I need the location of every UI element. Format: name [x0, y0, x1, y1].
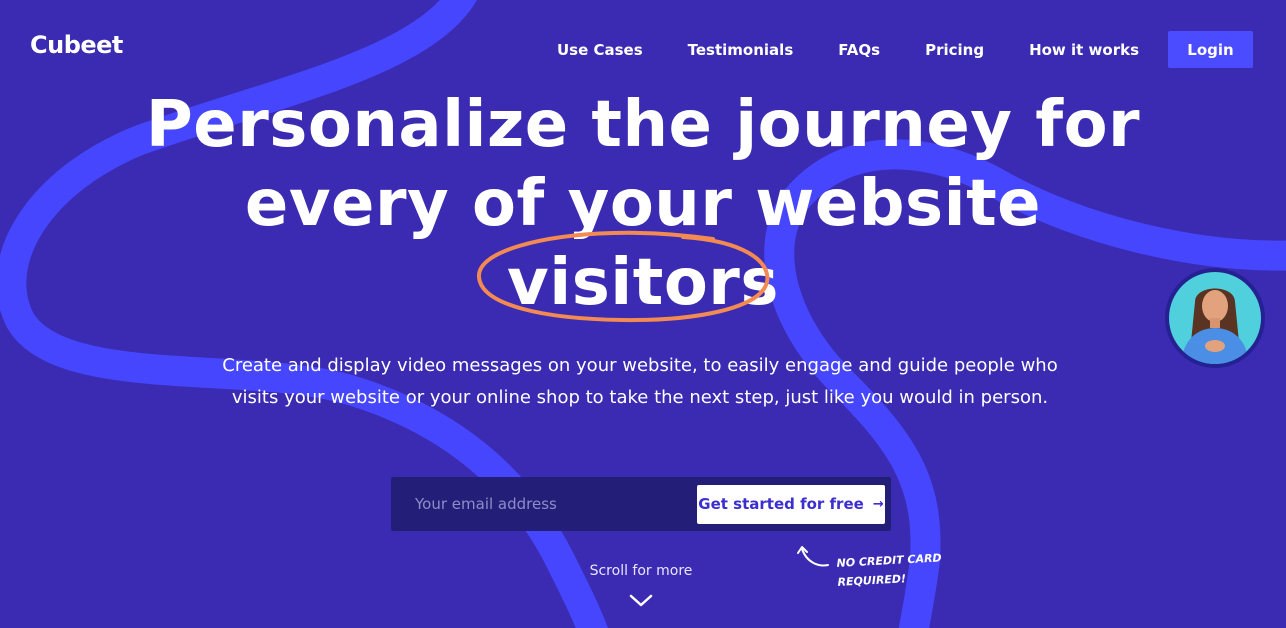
- headline-highlight: visitors: [477, 230, 779, 323]
- get-started-button[interactable]: Get started for free →: [697, 484, 885, 524]
- presenter-avatar: [1169, 272, 1261, 364]
- arrow-right-icon: →: [872, 496, 884, 512]
- curved-arrow-icon: [797, 546, 829, 567]
- get-started-label: Get started for free: [698, 495, 864, 513]
- scroll-label: Scroll for more: [589, 563, 693, 579]
- headline-line-3: visitors: [0, 230, 1286, 323]
- nav-link-how-it-works[interactable]: How it works: [1029, 41, 1139, 59]
- headline-highlight-word: visitors: [507, 246, 779, 320]
- nav-link-faqs[interactable]: FAQs: [838, 41, 880, 59]
- hero-headline: Personalize the journey for every of you…: [0, 86, 1286, 323]
- main-nav: Use Cases Testimonials FAQs Pricing How …: [557, 31, 1253, 68]
- signup-form: Get started for free →: [391, 477, 891, 531]
- email-input[interactable]: [391, 477, 697, 531]
- video-message-avatar[interactable]: [1165, 268, 1265, 368]
- hero-subtext: Create and display video messages on you…: [222, 355, 1058, 408]
- headline-line-1: Personalize the journey for: [145, 88, 1141, 162]
- no-credit-card-note: NO CREDIT CARD REQUIRED!: [836, 548, 948, 592]
- brand-logo[interactable]: Cubeet: [30, 31, 123, 59]
- nav-link-testimonials[interactable]: Testimonials: [688, 41, 794, 59]
- headline-line-2: every of your website: [244, 167, 1042, 241]
- login-button[interactable]: Login: [1168, 31, 1253, 68]
- nav-link-use-cases[interactable]: Use Cases: [557, 41, 643, 59]
- nav-link-pricing[interactable]: Pricing: [925, 41, 984, 59]
- chevron-down-icon[interactable]: [628, 592, 654, 609]
